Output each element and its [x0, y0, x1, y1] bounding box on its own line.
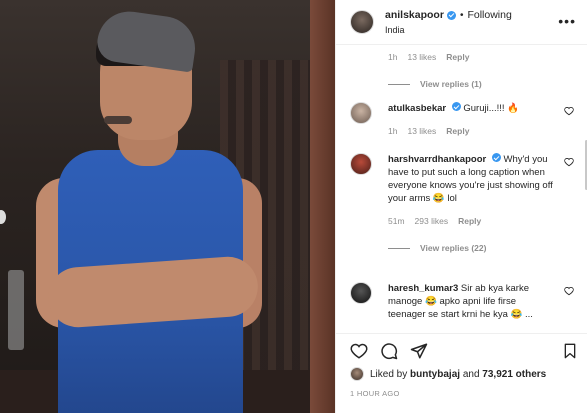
comment-text-line: atulkasbekar Guruji...!!! 🔥 [388, 102, 556, 115]
liked-by-others[interactable]: 73,921 others [482, 369, 546, 380]
comment-meta: 51m 293 likes Reply [388, 215, 556, 228]
verified-badge-icon [451, 102, 461, 111]
commenter-username[interactable]: haresh_kumar3 [388, 283, 458, 294]
more-options-icon[interactable]: ••• [558, 14, 576, 28]
commenter-username[interactable]: harshvarrdhankapoor [388, 154, 486, 165]
author-info: anilskapoor • Following India [385, 9, 512, 35]
comment-time: 1h [388, 126, 398, 136]
commenter-avatar[interactable] [350, 153, 372, 175]
comment-button-bubble-icon[interactable] [380, 342, 398, 360]
reply-button[interactable]: Reply [446, 125, 469, 138]
commenter-avatar[interactable] [350, 282, 372, 304]
comment-body: 1h 13 likes Reply View replies (1) [388, 51, 574, 91]
comment-time: 51m [388, 216, 405, 226]
author-avatar[interactable] [350, 10, 374, 34]
comment-meta: 1h 13 likes Reply [388, 125, 556, 138]
view-replies-label: View replies (1) [420, 79, 482, 89]
comment-like-heart-icon[interactable] [564, 106, 574, 116]
comment-text-block: haresh_kumar3 Sir ab kya karke manoge 😂 … [388, 282, 556, 321]
comment-time: 1h [388, 52, 398, 62]
photo-moustache [104, 116, 132, 124]
liker-username[interactable]: buntybajaj [410, 369, 460, 380]
verified-badge-icon [446, 10, 456, 20]
view-replies-label: View replies (22) [420, 243, 487, 253]
view-replies-button[interactable]: View replies (1) [388, 78, 556, 91]
post-photo[interactable] [0, 0, 335, 413]
share-button-paper-plane-icon[interactable] [410, 342, 428, 360]
liker-avatar[interactable] [350, 367, 364, 381]
verified-badge-icon [491, 153, 501, 162]
comment-likes[interactable]: 13 likes [407, 125, 436, 138]
following-button[interactable]: Following [467, 9, 511, 21]
comment-item: atulkasbekar Guruji...!!! 🔥 1h 13 likes … [350, 102, 574, 138]
save-button-bookmark-icon[interactable] [562, 342, 578, 360]
view-replies-button[interactable]: View replies (22) [388, 242, 556, 255]
comment-meta: 1h 13 likes Reply [388, 51, 556, 64]
liked-by-mid: and [462, 368, 480, 380]
comment-item: 1h 13 likes Reply View replies (1) [350, 51, 574, 91]
comment-likes[interactable]: 293 likes [415, 215, 449, 228]
separator-dot: • [459, 9, 464, 21]
comment-likes[interactable]: 13 likes [407, 51, 436, 64]
reply-button[interactable]: Reply [446, 51, 469, 64]
post-timestamp[interactable]: 1 HOUR AGO [350, 389, 400, 398]
commenter-username[interactable]: atulkasbekar [388, 103, 446, 114]
comment-body: haresh_kumar3 Sir ab kya karke manoge 😂 … [388, 282, 574, 321]
comment-like-heart-icon[interactable] [564, 157, 574, 167]
like-button-heart-icon[interactable] [350, 342, 368, 360]
comment-body: atulkasbekar Guruji...!!! 🔥 1h 13 likes … [388, 102, 574, 138]
liked-by-prefix: Liked by [370, 368, 408, 380]
author-username[interactable]: anilskapoor [385, 9, 444, 21]
liked-by-row: Liked by buntybajaj and 73,921 others [350, 367, 546, 381]
comment-item: harshvarrdhankapoor Why'd you have to pu… [350, 153, 574, 255]
post-header: anilskapoor • Following India ••• [336, 0, 587, 45]
comments-list: 1h 13 likes Reply View replies (1) atulk… [336, 45, 587, 333]
reply-button[interactable]: Reply [458, 215, 481, 228]
post-actions: Liked by buntybajaj and 73,921 others 1 … [336, 333, 587, 413]
comment-body: harshvarrdhankapoor Why'd you have to pu… [388, 153, 574, 255]
photo-doorframe [310, 0, 335, 413]
photo-door-handle [8, 270, 24, 350]
view-replies-line [388, 248, 410, 249]
author-line: anilskapoor • Following [385, 9, 512, 21]
post-side-panel: anilskapoor • Following India ••• 1h 13 … [335, 0, 587, 413]
comment-item: haresh_kumar3 Sir ab kya karke manoge 😂 … [350, 282, 574, 321]
comment-text: Guruji...!!! 🔥 [463, 103, 520, 114]
post-location[interactable]: India [385, 25, 512, 35]
view-replies-line [388, 84, 410, 85]
commenter-avatar[interactable] [350, 102, 372, 124]
comment-text-block: harshvarrdhankapoor Why'd you have to pu… [388, 153, 556, 205]
action-icons [350, 342, 440, 360]
comment-like-heart-icon[interactable] [564, 286, 574, 296]
